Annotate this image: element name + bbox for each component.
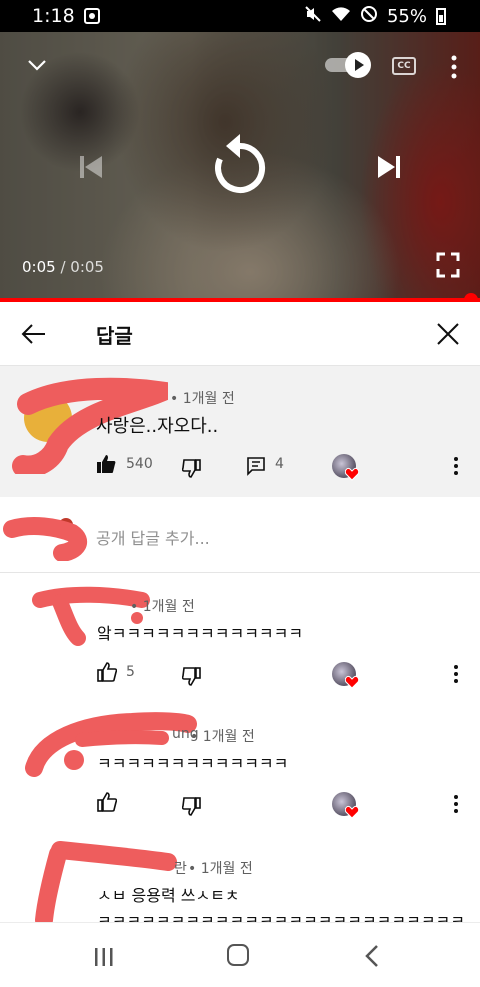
page-title: 답글 — [96, 324, 133, 348]
status-time: 1:18 — [32, 5, 75, 27]
back-icon[interactable] — [364, 944, 380, 968]
add-reply-input[interactable]: 공개 답글 추가... — [96, 525, 210, 549]
reply-age: • 1개월 전 — [188, 861, 253, 877]
comment-age: • 1개월 전 — [170, 391, 235, 407]
reply-count: 4 — [275, 456, 284, 472]
reply-text: 앜ㅋㅋㅋㅋㅋㅋㅋㅋㅋㅋㅋㅋㅋ — [97, 624, 304, 643]
replay-icon[interactable] — [208, 132, 272, 200]
autoplay-toggle[interactable] — [325, 52, 373, 78]
reply-text: ㅋㅋㅋㅋㅋㅋㅋㅋㅋㅋㅋㅋㅋ — [97, 754, 289, 773]
thumb-down-icon[interactable] — [182, 458, 202, 478]
redaction-scribble — [3, 517, 87, 561]
thumb-up-icon[interactable] — [96, 454, 116, 474]
reply-age: • 1개월 전 — [130, 599, 195, 615]
battery-icon — [436, 8, 446, 25]
status-bar: 1:18 55% — [0, 0, 480, 32]
comment-text: 사랑은..자오다.. — [96, 416, 219, 437]
system-nav-bar — [0, 922, 480, 987]
next-icon[interactable] — [374, 152, 404, 182]
thumb-down-icon[interactable] — [182, 796, 202, 816]
video-player[interactable]: CC 0:05 / 0:05 — [0, 32, 480, 300]
recent-apps-icon[interactable] — [93, 947, 115, 967]
more-vertical-icon[interactable] — [452, 456, 460, 476]
heart-icon — [345, 676, 359, 689]
home-icon[interactable] — [227, 944, 249, 966]
fullscreen-icon[interactable] — [436, 252, 460, 278]
wifi-icon — [331, 6, 351, 27]
heart-icon — [345, 806, 359, 819]
mute-icon — [304, 5, 322, 28]
reply-age: • 1개월 전 — [190, 729, 255, 745]
back-arrow-icon[interactable] — [20, 320, 48, 348]
thumb-down-icon[interactable] — [182, 666, 202, 686]
reply-author-fragment: 란 — [174, 861, 187, 877]
like-count: 5 — [126, 664, 135, 680]
previous-icon[interactable] — [76, 152, 106, 182]
original-comment: • 1개월 전 사랑은..자오다.. 540 4 — [0, 366, 480, 497]
battery-percent: 55% — [386, 6, 427, 27]
thumb-up-icon[interactable] — [97, 662, 117, 682]
more-vertical-icon[interactable] — [452, 664, 460, 684]
time-display: 0:05 / 0:05 — [22, 258, 104, 276]
add-reply-row[interactable]: 공개 답글 추가... — [0, 497, 480, 573]
thumb-up-icon[interactable] — [97, 792, 117, 812]
close-icon[interactable] — [436, 322, 460, 346]
chevron-down-icon[interactable] — [26, 54, 48, 76]
like-count: 540 — [126, 456, 153, 472]
reply-text: ㅅㅂ 응용력 쓰ㅅㅌㅊ — [97, 886, 240, 905]
more-vertical-icon[interactable] — [446, 54, 462, 80]
reply-icon[interactable] — [246, 456, 266, 476]
notification-app-icon — [84, 8, 100, 24]
heart-icon — [345, 468, 359, 481]
more-vertical-icon[interactable] — [452, 794, 460, 814]
replies-header: 답글 — [0, 302, 480, 366]
do-not-disturb-icon — [360, 5, 378, 28]
cc-icon[interactable]: CC — [392, 57, 416, 75]
